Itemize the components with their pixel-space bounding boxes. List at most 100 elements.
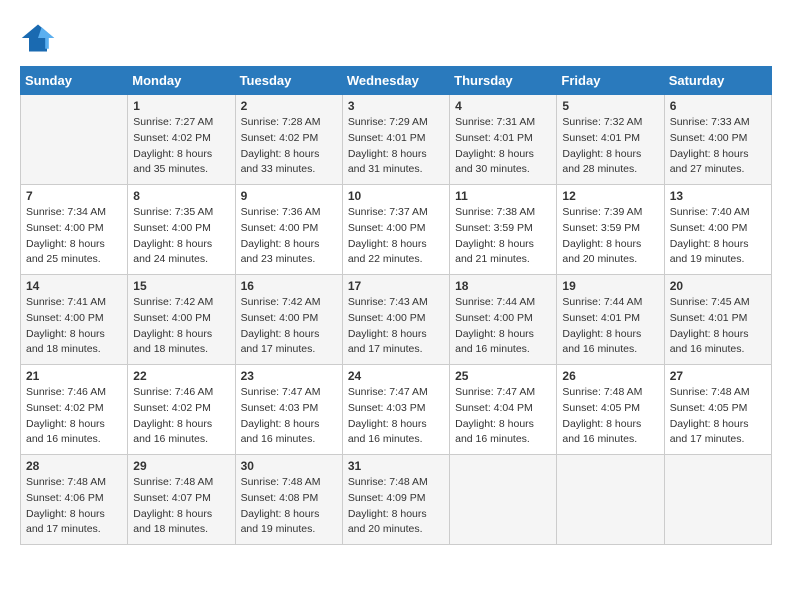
daylight-label: Daylight: 8 hours and 16 minutes. <box>670 328 749 356</box>
day-info: Sunrise: 7:39 AM Sunset: 3:59 PM Dayligh… <box>562 205 658 268</box>
calendar-cell: 25 Sunrise: 7:47 AM Sunset: 4:04 PM Dayl… <box>450 365 557 455</box>
day-number: 26 <box>562 369 658 383</box>
calendar-cell: 7 Sunrise: 7:34 AM Sunset: 4:00 PM Dayli… <box>21 185 128 275</box>
daylight-label: Daylight: 8 hours and 16 minutes. <box>562 418 641 446</box>
sunrise-label: Sunrise: 7:38 AM <box>455 206 535 218</box>
day-number: 7 <box>26 189 122 203</box>
daylight-label: Daylight: 8 hours and 16 minutes. <box>455 418 534 446</box>
daylight-label: Daylight: 8 hours and 16 minutes. <box>241 418 320 446</box>
day-number: 3 <box>348 99 444 113</box>
day-number: 1 <box>133 99 229 113</box>
weekday-header: Sunday <box>21 67 128 95</box>
calendar-cell <box>21 95 128 185</box>
calendar-cell: 6 Sunrise: 7:33 AM Sunset: 4:00 PM Dayli… <box>664 95 771 185</box>
sunrise-label: Sunrise: 7:43 AM <box>348 296 428 308</box>
sunrise-label: Sunrise: 7:40 AM <box>670 206 750 218</box>
sunset-label: Sunset: 4:02 PM <box>133 132 211 144</box>
sunrise-label: Sunrise: 7:37 AM <box>348 206 428 218</box>
calendar-cell: 2 Sunrise: 7:28 AM Sunset: 4:02 PM Dayli… <box>235 95 342 185</box>
sunrise-label: Sunrise: 7:45 AM <box>670 296 750 308</box>
sunset-label: Sunset: 4:00 PM <box>348 222 426 234</box>
sunset-label: Sunset: 4:01 PM <box>670 312 748 324</box>
sunrise-label: Sunrise: 7:48 AM <box>562 386 642 398</box>
daylight-label: Daylight: 8 hours and 22 minutes. <box>348 238 427 266</box>
calendar-cell: 22 Sunrise: 7:46 AM Sunset: 4:02 PM Dayl… <box>128 365 235 455</box>
day-number: 20 <box>670 279 766 293</box>
calendar-cell: 26 Sunrise: 7:48 AM Sunset: 4:05 PM Dayl… <box>557 365 664 455</box>
daylight-label: Daylight: 8 hours and 16 minutes. <box>562 328 641 356</box>
calendar-cell: 23 Sunrise: 7:47 AM Sunset: 4:03 PM Dayl… <box>235 365 342 455</box>
sunset-label: Sunset: 4:07 PM <box>133 492 211 504</box>
day-info: Sunrise: 7:40 AM Sunset: 4:00 PM Dayligh… <box>670 205 766 268</box>
weekday-header: Saturday <box>664 67 771 95</box>
sunset-label: Sunset: 4:08 PM <box>241 492 319 504</box>
sunset-label: Sunset: 4:03 PM <box>241 402 319 414</box>
calendar-cell: 1 Sunrise: 7:27 AM Sunset: 4:02 PM Dayli… <box>128 95 235 185</box>
day-info: Sunrise: 7:29 AM Sunset: 4:01 PM Dayligh… <box>348 115 444 178</box>
weekday-header-row: SundayMondayTuesdayWednesdayThursdayFrid… <box>21 67 772 95</box>
sunrise-label: Sunrise: 7:48 AM <box>133 476 213 488</box>
sunrise-label: Sunrise: 7:48 AM <box>348 476 428 488</box>
daylight-label: Daylight: 8 hours and 31 minutes. <box>348 148 427 176</box>
sunrise-label: Sunrise: 7:46 AM <box>133 386 213 398</box>
day-info: Sunrise: 7:42 AM Sunset: 4:00 PM Dayligh… <box>241 295 337 358</box>
sunset-label: Sunset: 4:06 PM <box>26 492 104 504</box>
day-number: 31 <box>348 459 444 473</box>
calendar-week-row: 28 Sunrise: 7:48 AM Sunset: 4:06 PM Dayl… <box>21 455 772 545</box>
daylight-label: Daylight: 8 hours and 23 minutes. <box>241 238 320 266</box>
weekday-header: Monday <box>128 67 235 95</box>
calendar-cell: 31 Sunrise: 7:48 AM Sunset: 4:09 PM Dayl… <box>342 455 449 545</box>
day-info: Sunrise: 7:41 AM Sunset: 4:00 PM Dayligh… <box>26 295 122 358</box>
logo <box>20 20 60 56</box>
sunset-label: Sunset: 4:00 PM <box>670 132 748 144</box>
day-number: 9 <box>241 189 337 203</box>
calendar-cell: 29 Sunrise: 7:48 AM Sunset: 4:07 PM Dayl… <box>128 455 235 545</box>
sunrise-label: Sunrise: 7:27 AM <box>133 116 213 128</box>
daylight-label: Daylight: 8 hours and 18 minutes. <box>133 328 212 356</box>
day-number: 23 <box>241 369 337 383</box>
day-info: Sunrise: 7:46 AM Sunset: 4:02 PM Dayligh… <box>133 385 229 448</box>
day-number: 19 <box>562 279 658 293</box>
weekday-header: Tuesday <box>235 67 342 95</box>
sunset-label: Sunset: 4:02 PM <box>26 402 104 414</box>
daylight-label: Daylight: 8 hours and 16 minutes. <box>348 418 427 446</box>
day-info: Sunrise: 7:47 AM Sunset: 4:03 PM Dayligh… <box>241 385 337 448</box>
day-number: 10 <box>348 189 444 203</box>
day-info: Sunrise: 7:47 AM Sunset: 4:03 PM Dayligh… <box>348 385 444 448</box>
day-info: Sunrise: 7:32 AM Sunset: 4:01 PM Dayligh… <box>562 115 658 178</box>
calendar-cell: 27 Sunrise: 7:48 AM Sunset: 4:05 PM Dayl… <box>664 365 771 455</box>
calendar-cell <box>557 455 664 545</box>
sunset-label: Sunset: 3:59 PM <box>562 222 640 234</box>
day-info: Sunrise: 7:48 AM Sunset: 4:05 PM Dayligh… <box>562 385 658 448</box>
calendar-cell: 14 Sunrise: 7:41 AM Sunset: 4:00 PM Dayl… <box>21 275 128 365</box>
day-info: Sunrise: 7:47 AM Sunset: 4:04 PM Dayligh… <box>455 385 551 448</box>
logo-icon <box>20 20 56 56</box>
calendar-week-row: 7 Sunrise: 7:34 AM Sunset: 4:00 PM Dayli… <box>21 185 772 275</box>
day-number: 16 <box>241 279 337 293</box>
daylight-label: Daylight: 8 hours and 16 minutes. <box>26 418 105 446</box>
sunset-label: Sunset: 4:09 PM <box>348 492 426 504</box>
daylight-label: Daylight: 8 hours and 16 minutes. <box>133 418 212 446</box>
day-number: 27 <box>670 369 766 383</box>
sunset-label: Sunset: 4:00 PM <box>348 312 426 324</box>
calendar-cell <box>664 455 771 545</box>
daylight-label: Daylight: 8 hours and 17 minutes. <box>26 508 105 536</box>
day-number: 30 <box>241 459 337 473</box>
calendar-cell: 8 Sunrise: 7:35 AM Sunset: 4:00 PM Dayli… <box>128 185 235 275</box>
day-info: Sunrise: 7:44 AM Sunset: 4:00 PM Dayligh… <box>455 295 551 358</box>
calendar-cell: 18 Sunrise: 7:44 AM Sunset: 4:00 PM Dayl… <box>450 275 557 365</box>
sunrise-label: Sunrise: 7:42 AM <box>133 296 213 308</box>
sunrise-label: Sunrise: 7:34 AM <box>26 206 106 218</box>
day-info: Sunrise: 7:48 AM Sunset: 4:08 PM Dayligh… <box>241 475 337 538</box>
daylight-label: Daylight: 8 hours and 20 minutes. <box>348 508 427 536</box>
weekday-header: Friday <box>557 67 664 95</box>
day-info: Sunrise: 7:35 AM Sunset: 4:00 PM Dayligh… <box>133 205 229 268</box>
day-number: 28 <box>26 459 122 473</box>
day-info: Sunrise: 7:45 AM Sunset: 4:01 PM Dayligh… <box>670 295 766 358</box>
sunset-label: Sunset: 4:00 PM <box>670 222 748 234</box>
day-number: 18 <box>455 279 551 293</box>
day-info: Sunrise: 7:37 AM Sunset: 4:00 PM Dayligh… <box>348 205 444 268</box>
sunset-label: Sunset: 4:00 PM <box>133 222 211 234</box>
calendar-cell: 12 Sunrise: 7:39 AM Sunset: 3:59 PM Dayl… <box>557 185 664 275</box>
day-number: 22 <box>133 369 229 383</box>
